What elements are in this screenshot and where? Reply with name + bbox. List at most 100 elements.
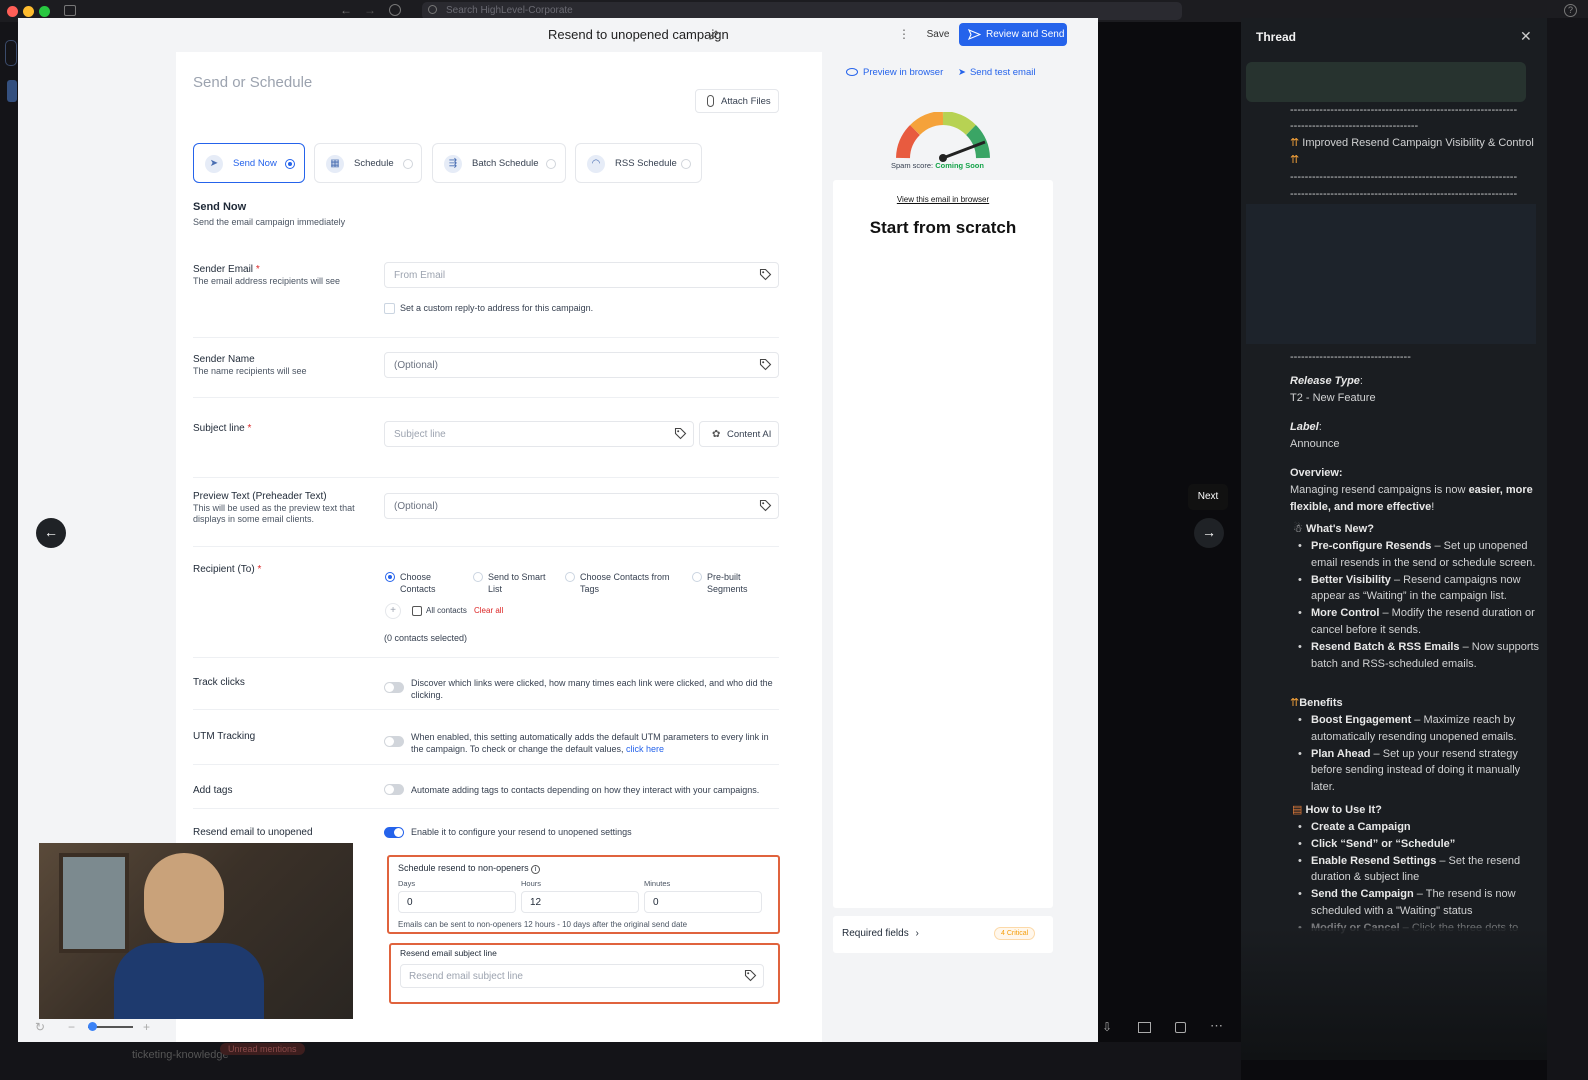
workspace-icon[interactable] [5,40,17,66]
list-item: Enable Resend Settings – Set the resend … [1290,853,1540,887]
click-here-link[interactable]: click here [626,744,664,754]
label-value: Announce [1290,438,1340,450]
tab-radio [681,159,691,169]
next-arrow-button[interactable]: → [1194,518,1224,548]
preview-in-browser-link[interactable]: Preview in browser [846,67,943,78]
campaign-title: Resend to unopened campaign [548,27,729,42]
reply-to-checkbox[interactable] [384,303,395,314]
tab-radio [403,159,413,169]
zoom-slider[interactable] [88,1022,133,1031]
tag-icon[interactable] [759,499,772,512]
subject-line-field[interactable]: Subject line [384,421,694,447]
recipient-label: Recipient (To) * [193,564,262,575]
resend-subject-field[interactable]: Resend email subject line [400,964,764,988]
blurred-image [1246,204,1536,344]
divider [193,764,779,765]
thread-title: Thread [1256,30,1297,44]
blurred-avatar-row [1246,62,1526,102]
tab-radio-selected [285,159,295,169]
list-item: Boost Engagement – Maximize reach by aut… [1290,712,1540,746]
help-icon[interactable]: ? [1564,4,1577,17]
add-recipient-icon[interactable]: + [385,603,401,619]
tab-schedule[interactable]: ▦ Schedule [314,143,422,183]
tab-batch-schedule[interactable]: ⇶ Batch Schedule [432,143,566,183]
overview-text: Managing resend campaigns is now easier,… [1290,484,1533,513]
all-contacts-chip[interactable]: All contacts [426,606,467,615]
spam-score-label: Spam score: Coming Soon [891,161,984,170]
resend-subject-box: Resend email subject line Resend email s… [389,943,780,1004]
resend-unopened-toggle[interactable] [384,827,404,838]
more-options-icon[interactable]: ⋮ [898,27,910,41]
channel-name[interactable]: ticketing-knowledge [132,1049,229,1061]
refresh-icon[interactable]: ↻ [35,1020,45,1034]
preview-text-field[interactable]: (Optional) [384,493,779,519]
upward-arrows-icon: ⇈ [1290,153,1300,166]
review-and-send-button[interactable]: Review and Send [959,23,1067,46]
list-item: Better Visibility – Resend campaigns now… [1290,572,1540,606]
zoom-out-icon[interactable]: − [68,1020,75,1034]
content-ai-button[interactable]: ✿ Content AI [699,421,779,447]
send-icon: ➤ [958,67,966,78]
forward-arrow-icon[interactable]: → [364,3,376,17]
track-clicks-toggle[interactable] [384,682,404,693]
unread-mentions-badge[interactable]: Unread mentions [220,1043,305,1055]
tag-icon[interactable] [759,358,772,371]
copy-icon[interactable] [1175,1022,1186,1033]
list-item: Send the Campaign – The resend is now sc… [1290,886,1540,920]
edit-pencil-icon[interactable] [708,29,720,41]
minimize-window-button[interactable] [23,6,34,17]
attach-files-button[interactable]: Attach Files [695,89,779,113]
days-input[interactable]: 0 [398,891,516,913]
split-view-icon[interactable] [1138,1022,1151,1033]
utm-tracking-toggle[interactable] [384,736,404,747]
resend-unopened-desc: Enable it to configure your resend to un… [411,827,632,837]
maximize-window-button[interactable] [39,6,50,17]
calendar-icon: ▦ [326,155,344,173]
right-edge-strip [1547,18,1588,1080]
upward-arrows-icon: ⇈ [1290,137,1300,149]
required-fields-bar[interactable]: Required fields › 4 Critical [833,916,1053,953]
email-preview: View this email in browser Start from sc… [833,180,1053,908]
send-test-email-link[interactable]: ➤ Send test email [958,67,1035,78]
sidebar-toggle-icon[interactable] [64,5,76,16]
smart-list-radio[interactable] [473,572,483,582]
modal-header: Resend to unopened campaign ⋮ Save Revie… [18,18,1098,52]
tag-icon[interactable] [759,268,772,281]
save-button[interactable]: Save [921,24,955,45]
batch-icon: ⇶ [444,155,462,173]
webcam-video [39,843,353,1019]
from-email-field[interactable]: From Email [384,262,779,288]
sender-name-field[interactable]: (Optional) [384,352,779,378]
hours-value: 12 [530,897,542,908]
previous-arrow-button[interactable]: ← [36,518,66,548]
tag-icon[interactable] [744,969,757,982]
add-tags-toggle[interactable] [384,784,404,795]
back-arrow-icon[interactable]: ← [340,3,352,17]
contacts-from-tags-radio[interactable] [565,572,575,582]
placeholder: From Email [394,270,446,281]
tab-rss-schedule[interactable]: ◠ RSS Schedule [575,143,702,183]
tab-send-now[interactable]: ➤ Send Now [193,143,305,183]
info-icon[interactable]: i [531,865,541,874]
close-thread-icon[interactable]: ✕ [1520,28,1532,45]
tag-icon[interactable] [674,427,687,440]
minutes-input[interactable]: 0 [644,891,762,913]
download-icon[interactable]: ⇩ [1102,1020,1112,1034]
resend-unopened-label: Resend email to unopened [193,827,313,838]
clear-all-link[interactable]: Clear all [474,606,503,615]
review-and-send-label: Review and Send [986,29,1065,40]
history-icon[interactable] [389,4,401,16]
pre-built-segments-radio[interactable] [692,572,702,582]
zoom-in-icon[interactable]: + [143,1020,150,1034]
view-in-browser-link[interactable]: View this email in browser [833,195,1053,204]
placeholder: Subject line [394,429,446,440]
choose-contacts-radio[interactable] [385,572,395,582]
list-item: Plan Ahead – Set up your resend strategy… [1290,746,1540,796]
hours-input[interactable]: 12 [521,891,639,913]
resend-schedule-box: Schedule resend to non-openers i Days 0 … [387,855,780,934]
workspace-icon[interactable] [7,80,17,102]
close-window-button[interactable] [7,6,18,17]
send-icon [968,28,981,41]
list-item: More Control – Modify the resend duratio… [1290,605,1540,639]
more-icon[interactable]: ⋯ [1210,1018,1223,1034]
